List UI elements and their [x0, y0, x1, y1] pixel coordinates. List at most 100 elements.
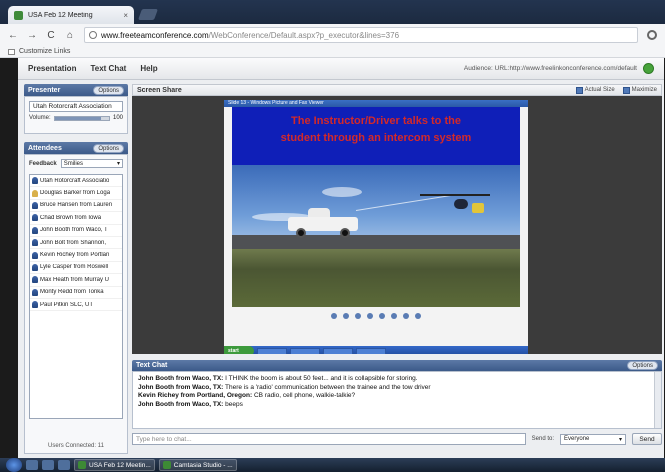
remote-task-item	[257, 347, 287, 354]
remote-task-item	[323, 347, 353, 354]
save-icon[interactable]	[415, 313, 421, 319]
quicklaunch-icon[interactable]	[58, 460, 70, 470]
attendee-list-item[interactable]: John Bolt from Shannon,	[30, 237, 122, 250]
os-taskbar: USA Feb 12 Meetin... Camtasia Studio - .…	[0, 458, 665, 472]
site-favicon-icon	[14, 10, 23, 20]
quicklaunch-icon[interactable]	[42, 460, 54, 470]
zoom-in-icon[interactable]	[355, 313, 361, 319]
print-icon[interactable]	[403, 313, 409, 319]
rotate-icon[interactable]	[379, 313, 385, 319]
tab-title: USA Feb 12 Meeting	[28, 11, 93, 19]
person-icon	[32, 189, 38, 197]
chat-sender: John Booth from Waco, TX:	[138, 375, 224, 382]
chat-input[interactable]: Type here to chat...	[132, 433, 526, 445]
attendee-list-item[interactable]: John Booth from Waco, T	[30, 225, 122, 237]
presenter-title: Presenter	[28, 86, 61, 94]
back-icon[interactable]: ←	[8, 30, 18, 41]
feedback-row: Feedback Smilies ▾	[25, 155, 127, 172]
attendee-name: Lyle Casper from Roswell	[40, 264, 109, 271]
page-icon	[89, 31, 97, 39]
volume-label: Volume:	[29, 115, 51, 121]
bookmark-customize-links[interactable]: Customize Links	[19, 48, 70, 55]
remote-task-item	[290, 347, 320, 354]
feedback-select[interactable]: Smilies ▾	[60, 159, 123, 168]
chat-scrollbar[interactable]	[654, 372, 661, 428]
send-button[interactable]: Send	[632, 433, 662, 445]
attendee-list-item[interactable]: Bruce Hansen from Lauren	[30, 200, 122, 213]
person-icon	[32, 263, 38, 271]
chat-sender: John Booth from Waco, TX:	[138, 383, 224, 391]
wrench-icon[interactable]	[647, 30, 657, 40]
maximize-button[interactable]: Maximize	[622, 86, 657, 94]
app-menubar: Presentation Text Chat Help Audience: UR…	[18, 58, 664, 80]
left-panel: Presenter Options Utah Rotorcraft Associ…	[24, 84, 128, 454]
users-connected: Users Connected: 11	[48, 443, 104, 449]
attendee-list-item[interactable]: Lyle Casper from Roswell	[30, 262, 122, 275]
send-to-select[interactable]: Everyone ▾	[560, 433, 626, 445]
feedback-value: Smilies	[63, 160, 84, 167]
next-icon[interactable]	[343, 313, 349, 319]
zoom-out-icon[interactable]	[367, 313, 373, 319]
taskbar-item-camtasia[interactable]: Camtasia Studio - ...	[158, 459, 237, 471]
text-chat-panel: Text Chat Options John Booth from Waco, …	[132, 360, 662, 454]
chat-message: John Booth from Waco, TX: There is a 'ra…	[138, 384, 656, 393]
attendee-list-item[interactable]: Monty Redd from Tonka	[30, 287, 122, 299]
menu-text-chat[interactable]: Text Chat	[90, 64, 126, 73]
presenter-options-button[interactable]: Options	[93, 85, 124, 95]
screen-share-panel: Screen Share Actual Size Maximize Slide …	[132, 84, 662, 356]
attendees-options-button[interactable]: Options	[93, 143, 124, 153]
attendee-name: John Booth from Waco, T	[40, 227, 108, 234]
person-icon	[32, 177, 38, 185]
volume-fill	[54, 116, 101, 120]
chat-text: I THINK the boom is about 50 feet... and…	[225, 375, 418, 382]
volume-slider[interactable]	[53, 115, 110, 121]
attendees-title: Attendees	[28, 144, 62, 152]
url-path: /WebConference/Default.aspx?p_executor&l…	[208, 30, 400, 40]
attendee-name: Kevin Richey from Portlan	[40, 252, 110, 259]
cloud	[322, 187, 362, 197]
chat-options-button[interactable]: Options	[627, 361, 658, 370]
address-bar[interactable]: www.freeteamconference.com/WebConference…	[84, 27, 638, 43]
chat-sender: Kevin Richey from Portland, Oregon:	[138, 392, 253, 400]
taskbar-item-browser[interactable]: USA Feb 12 Meetin...	[74, 459, 155, 471]
slide-road	[232, 235, 520, 249]
forward-icon[interactable]: →	[27, 30, 37, 41]
slide-caption-line2: student through an intercom system	[280, 132, 472, 144]
presenter-box: Utah Rotorcraft Association Volume: 100	[24, 96, 128, 134]
browser-tab[interactable]: USA Feb 12 Meeting ×	[8, 6, 134, 24]
volume-value: 100	[112, 115, 123, 121]
tab-close-icon[interactable]: ×	[123, 11, 128, 20]
attendee-list-item[interactable]: Max Heath from Murray U	[30, 274, 122, 287]
screen-share-controls: Actual Size Maximize	[575, 86, 657, 94]
delete-icon[interactable]	[391, 313, 397, 319]
person-icon	[32, 276, 38, 284]
shared-screen-view[interactable]: Slide 13 - Windows Picture and Fax Viewe…	[132, 96, 662, 354]
remote-start-button: start	[224, 346, 254, 354]
gyroplane-tail	[472, 203, 484, 213]
chat-message: John Booth from Waco, TX: beeps	[138, 401, 656, 410]
actual-size-icon	[575, 86, 583, 94]
attendee-list-item[interactable]: Kevin Richey from Portlan	[30, 249, 122, 262]
audience-url: Audience: URL:http://www.freelinkonconfe…	[463, 65, 637, 72]
menu-presentation[interactable]: Presentation	[28, 64, 76, 73]
previous-icon[interactable]	[331, 313, 337, 319]
screen-share-header: Screen Share Actual Size Maximize	[132, 84, 662, 96]
reload-icon[interactable]: C	[46, 30, 56, 41]
url-domain: www.freeteamconference.com	[101, 30, 209, 40]
person-icon	[32, 214, 38, 222]
attendee-list: Utah Rotorcraft Associatio Douglas Barker…	[29, 174, 123, 419]
home-icon[interactable]: ⌂	[65, 30, 75, 41]
actual-size-button[interactable]: Actual Size	[575, 86, 615, 94]
quicklaunch-icon[interactable]	[26, 460, 38, 470]
person-icon	[32, 201, 38, 209]
attendee-list-item[interactable]: Douglas Barker from Loga	[30, 187, 122, 200]
start-orb-icon[interactable]	[6, 458, 22, 472]
chat-transcript[interactable]: John Booth from Waco, TX: I THINK the bo…	[132, 371, 662, 429]
attendee-list-item[interactable]: Chad Brown from Iowa	[30, 212, 122, 225]
presenter-name: Utah Rotorcraft Association	[29, 101, 123, 112]
new-tab-button[interactable]	[137, 9, 159, 20]
menu-help[interactable]: Help	[140, 64, 157, 73]
attendee-list-item[interactable]: Utah Rotorcraft Associatio	[30, 175, 122, 188]
attendee-list-item[interactable]: Paul Pitkin SLC, UT	[30, 299, 122, 312]
presenter-header: Presenter Options	[24, 84, 128, 96]
